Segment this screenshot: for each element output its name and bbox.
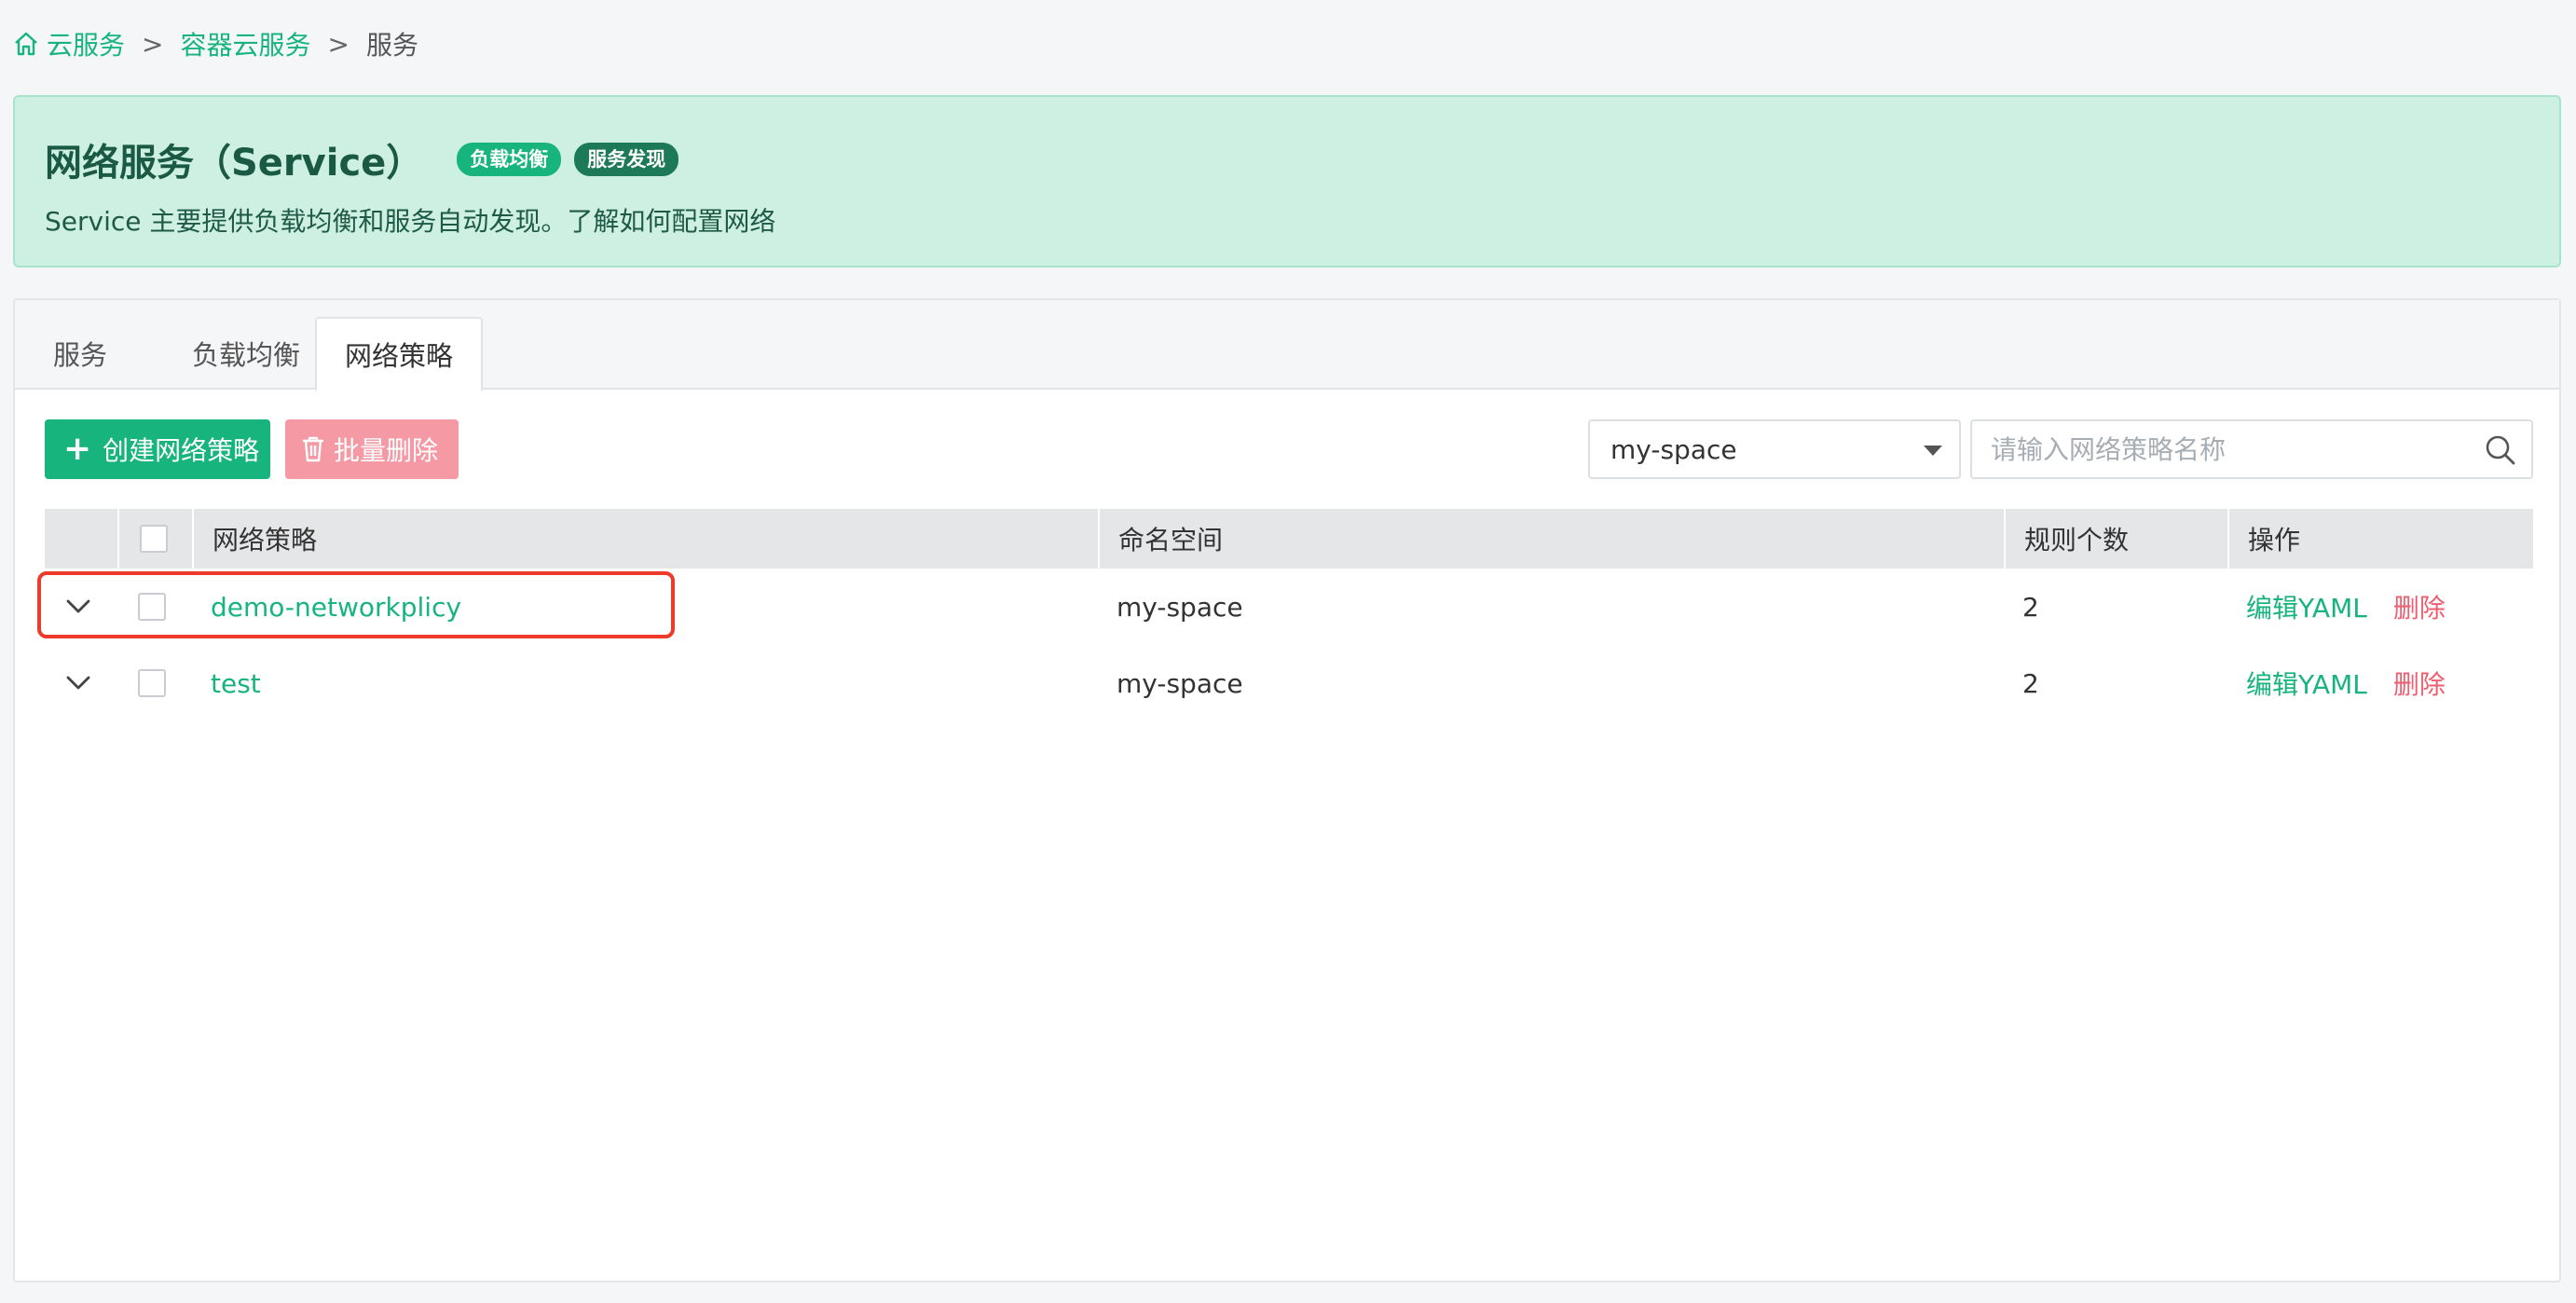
row-checkbox[interactable]: [138, 593, 166, 621]
expand-toggle[interactable]: [65, 645, 103, 721]
namespace-select-value: my-space: [1610, 433, 1737, 465]
breadcrumb-link-container-cloud[interactable]: 容器云服务: [180, 25, 310, 62]
policy-name-link[interactable]: test: [211, 645, 261, 721]
header-namespace: 命名空间: [1098, 509, 2004, 569]
policy-name[interactable]: test: [211, 668, 261, 699]
search-icon[interactable]: [2485, 434, 2516, 466]
caret-down-icon: [1924, 446, 1942, 456]
header-select-all: [117, 509, 192, 569]
delete-link[interactable]: 删除: [2393, 588, 2446, 625]
breadcrumb-separator: >: [327, 28, 349, 60]
namespace-select[interactable]: my-space: [1588, 419, 1961, 479]
chevron-down-icon: [66, 676, 90, 690]
badge-load-balancing: 负载均衡: [457, 143, 562, 176]
home-icon[interactable]: [13, 31, 39, 57]
actions-cell: 编辑YAML 删除: [2246, 569, 2446, 645]
tab-service[interactable]: 服务: [43, 317, 117, 390]
batch-delete-button[interactable]: 批量删除: [285, 419, 459, 479]
batch-delete-label: 批量删除: [334, 435, 439, 466]
rule-count-cell: 2: [2022, 667, 2039, 699]
tab-network-policy[interactable]: 网络策略: [315, 317, 483, 391]
rule-count-cell: 2: [2022, 591, 2039, 623]
header-actions: 操作: [2227, 509, 2533, 569]
main-panel: 服务 负载均衡 网络策略 + 创建网络策略 批量删除 my-space 网络策略…: [13, 298, 2561, 1282]
create-button-label: 创建网络策略: [103, 435, 260, 466]
banner-description: Service 主要提供负载均衡和服务自动发现。了解如何配置网络: [45, 206, 776, 237]
header-network-policy: 网络策略: [192, 509, 1098, 569]
namespace-cell: my-space: [1117, 667, 1243, 699]
expand-toggle[interactable]: [65, 569, 103, 645]
header-rule-count: 规则个数: [2004, 509, 2227, 569]
namespace-cell: my-space: [1117, 591, 1243, 623]
badge-service-discovery: 服务发现: [574, 143, 679, 176]
tab-bar: 服务 负载均衡 网络策略: [15, 300, 2559, 391]
actions-cell: 编辑YAML 删除: [2246, 645, 2446, 721]
search-box: [1970, 419, 2533, 479]
trash-icon: [300, 435, 326, 463]
table-header: 网络策略 命名空间 规则个数 操作: [45, 509, 2533, 569]
table-row: test my-space 2 编辑YAML 删除: [45, 645, 2533, 721]
table-row: demo-networkplicy my-space 2 编辑YAML 删除: [45, 569, 2533, 645]
create-network-policy-button[interactable]: + 创建网络策略: [45, 419, 270, 479]
plus-icon: +: [63, 430, 92, 468]
search-input[interactable]: [1972, 421, 2475, 477]
row-checkbox-cell: [138, 645, 175, 721]
policy-name[interactable]: demo-networkplicy: [211, 592, 461, 623]
delete-link[interactable]: 删除: [2393, 665, 2446, 702]
header-expand-column: [45, 509, 117, 569]
row-checkbox-cell: [138, 569, 175, 645]
info-banner: 网络服务（Service） 负载均衡 服务发现 Service 主要提供负载均衡…: [13, 95, 2561, 267]
breadcrumb: 云服务 > 容器云服务 > 服务: [13, 24, 418, 63]
page-title: 网络服务（Service）: [45, 142, 424, 185]
policy-name-link[interactable]: demo-networkplicy: [211, 569, 461, 645]
breadcrumb-link-cloud-service[interactable]: 云服务: [47, 25, 125, 62]
chevron-down-icon: [66, 599, 90, 613]
select-all-checkbox[interactable]: [140, 525, 168, 553]
edit-yaml-link[interactable]: 编辑YAML: [2246, 665, 2367, 702]
row-checkbox[interactable]: [138, 669, 166, 697]
breadcrumb-separator: >: [142, 28, 164, 60]
tab-load-balancing[interactable]: 负载均衡: [171, 317, 321, 390]
breadcrumb-current: 服务: [365, 30, 418, 61]
banner-title-row: 网络服务（Service） 负载均衡 服务发现: [45, 132, 679, 186]
edit-yaml-link[interactable]: 编辑YAML: [2246, 588, 2367, 625]
